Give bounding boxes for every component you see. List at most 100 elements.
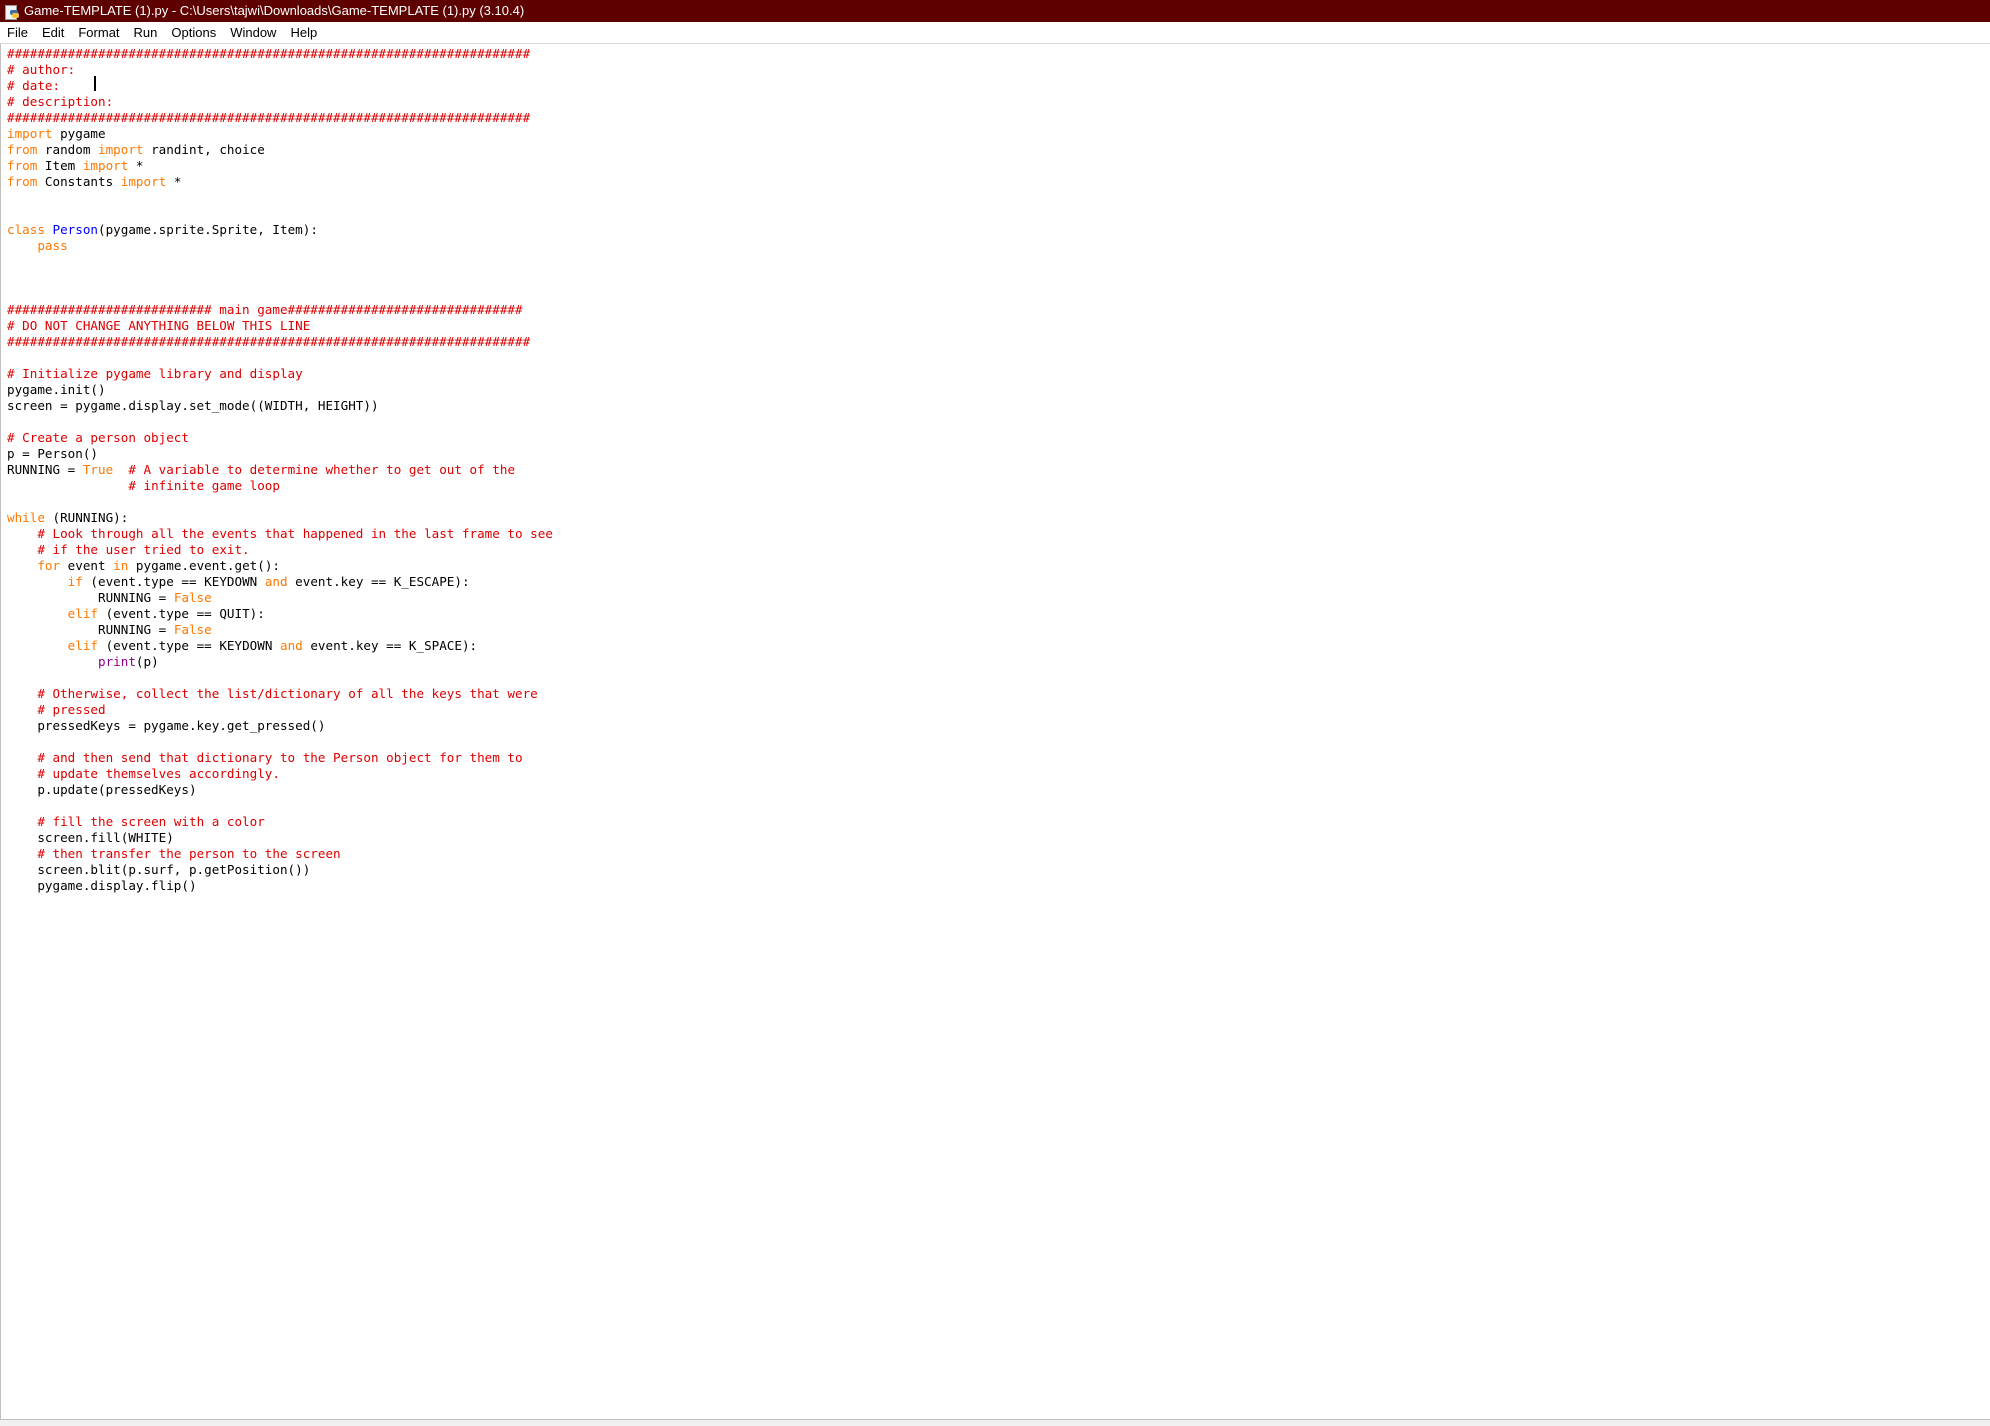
code-line[interactable] bbox=[7, 670, 553, 686]
code-line[interactable]: from Constants import * bbox=[7, 174, 553, 190]
code-line[interactable]: # Initialize pygame library and display bbox=[7, 366, 553, 382]
code-line[interactable]: screen.blit(p.surf, p.getPosition()) bbox=[7, 862, 553, 878]
code-line[interactable] bbox=[7, 350, 553, 366]
code-token: Constants bbox=[37, 174, 121, 189]
title-bar[interactable]: Game-TEMPLATE (1).py - C:\Users\tajwi\Do… bbox=[0, 0, 1990, 22]
code-line[interactable]: # date: bbox=[7, 78, 553, 94]
code-line[interactable]: # infinite game loop bbox=[7, 478, 553, 494]
code-line[interactable] bbox=[7, 190, 553, 206]
code-token: random bbox=[37, 142, 99, 157]
code-token: # pressed bbox=[37, 702, 106, 717]
code-token: # Otherwise, collect the list/dictionary… bbox=[37, 686, 538, 701]
code-token: # then transfer the person to the screen bbox=[37, 846, 341, 861]
code-token: event.key == K_ESCAPE): bbox=[287, 574, 470, 589]
code-line[interactable]: elif (event.type == QUIT): bbox=[7, 606, 553, 622]
code-line[interactable] bbox=[7, 494, 553, 510]
code-line[interactable]: # Create a person object bbox=[7, 430, 553, 446]
code-token: from bbox=[7, 142, 38, 157]
code-token: (event.type == QUIT): bbox=[98, 606, 265, 621]
code-line[interactable]: # author: bbox=[7, 62, 553, 78]
code-line[interactable]: while (RUNNING): bbox=[7, 510, 553, 526]
code-line[interactable] bbox=[7, 414, 553, 430]
code-line[interactable]: ########################################… bbox=[7, 334, 553, 350]
code-line[interactable]: from Item import * bbox=[7, 158, 553, 174]
code-line[interactable]: RUNNING = True # A variable to determine… bbox=[7, 462, 553, 478]
code-line[interactable]: # update themselves accordingly. bbox=[7, 766, 553, 782]
code-line[interactable]: # Look through all the events that happe… bbox=[7, 526, 553, 542]
menu-options[interactable]: Options bbox=[164, 22, 223, 43]
code-token: # if the user tried to exit. bbox=[37, 542, 250, 557]
code-line[interactable]: p.update(pressedKeys) bbox=[7, 782, 553, 798]
code-token: # author: bbox=[7, 62, 76, 77]
code-line[interactable]: # if the user tried to exit. bbox=[7, 542, 553, 558]
code-token: # fill the screen with a color bbox=[37, 814, 265, 829]
code-token: # infinite game loop bbox=[128, 478, 280, 493]
menu-window[interactable]: Window bbox=[223, 22, 283, 43]
code-line[interactable]: # fill the screen with a color bbox=[7, 814, 553, 830]
menu-format[interactable]: Format bbox=[71, 22, 126, 43]
code-token: import bbox=[7, 126, 53, 141]
idle-editor-window: Game-TEMPLATE (1).py - C:\Users\tajwi\Do… bbox=[0, 0, 1990, 1426]
code-token: event bbox=[60, 558, 114, 573]
menu-edit[interactable]: Edit bbox=[35, 22, 71, 43]
code-token: (event.type == KEYDOWN bbox=[98, 638, 280, 653]
code-line[interactable]: pressedKeys = pygame.key.get_pressed() bbox=[7, 718, 553, 734]
code-line[interactable] bbox=[7, 206, 553, 222]
code-line[interactable]: if (event.type == KEYDOWN and event.key … bbox=[7, 574, 553, 590]
code-token: p = Person() bbox=[7, 446, 98, 461]
code-line[interactable] bbox=[7, 254, 553, 270]
code-token: # A variable to determine whether to get… bbox=[128, 462, 516, 477]
code-line[interactable]: screen.fill(WHITE) bbox=[7, 830, 553, 846]
code-line[interactable]: screen = pygame.display.set_mode((WIDTH,… bbox=[7, 398, 553, 414]
code-line[interactable]: ########################################… bbox=[7, 46, 553, 62]
code-line[interactable] bbox=[7, 734, 553, 750]
code-line[interactable]: pygame.display.flip() bbox=[7, 878, 553, 894]
code-line[interactable]: from random import randint, choice bbox=[7, 142, 553, 158]
code-line[interactable] bbox=[7, 798, 553, 814]
menu-bar: File Edit Format Run Options Window Help bbox=[0, 22, 1990, 44]
code-line[interactable]: for event in pygame.event.get(): bbox=[7, 558, 553, 574]
code-line[interactable]: # and then send that dictionary to the P… bbox=[7, 750, 553, 766]
code-line[interactable]: # Otherwise, collect the list/dictionary… bbox=[7, 686, 553, 702]
code-token: * bbox=[166, 174, 182, 189]
code-token: and bbox=[264, 574, 288, 589]
code-token: True bbox=[82, 462, 114, 477]
code-line[interactable]: print(p) bbox=[7, 654, 553, 670]
code-line[interactable]: RUNNING = False bbox=[7, 622, 553, 638]
code-line[interactable]: p = Person() bbox=[7, 446, 553, 462]
code-editor[interactable]: ########################################… bbox=[0, 44, 1989, 1419]
code-token: # Create a person object bbox=[7, 430, 189, 445]
code-token: # description: bbox=[7, 94, 114, 109]
code-line[interactable]: import pygame bbox=[7, 126, 553, 142]
code-line[interactable]: # DO NOT CHANGE ANYTHING BELOW THIS LINE bbox=[7, 318, 553, 334]
code-line[interactable]: class Person(pygame.sprite.Sprite, Item)… bbox=[7, 222, 553, 238]
code-token: import bbox=[82, 158, 129, 173]
code-line[interactable]: # pressed bbox=[7, 702, 553, 718]
code-token: screen = pygame.display.set_mode((WIDTH,… bbox=[7, 398, 379, 413]
code-line[interactable]: pygame.init() bbox=[7, 382, 553, 398]
code-line[interactable]: ########################################… bbox=[7, 110, 553, 126]
code-token: False bbox=[173, 590, 212, 605]
code-token: elif bbox=[67, 638, 99, 653]
code-line[interactable]: # then transfer the person to the screen bbox=[7, 846, 553, 862]
code-line[interactable]: RUNNING = False bbox=[7, 590, 553, 606]
code-line[interactable]: # description: bbox=[7, 94, 553, 110]
menu-file[interactable]: File bbox=[0, 22, 35, 43]
code-token: # update themselves accordingly. bbox=[37, 766, 280, 781]
code-line[interactable]: pass bbox=[7, 238, 553, 254]
code-line[interactable]: ########################### main game###… bbox=[7, 302, 553, 318]
code-token: pygame bbox=[52, 126, 106, 141]
menu-run[interactable]: Run bbox=[127, 22, 165, 43]
code-token: elif bbox=[67, 606, 99, 621]
menu-help[interactable]: Help bbox=[283, 22, 324, 43]
code-text[interactable]: ########################################… bbox=[7, 46, 553, 894]
code-line[interactable] bbox=[7, 286, 553, 302]
code-line[interactable] bbox=[7, 270, 553, 286]
code-line[interactable]: elif (event.type == KEYDOWN and event.ke… bbox=[7, 638, 553, 654]
